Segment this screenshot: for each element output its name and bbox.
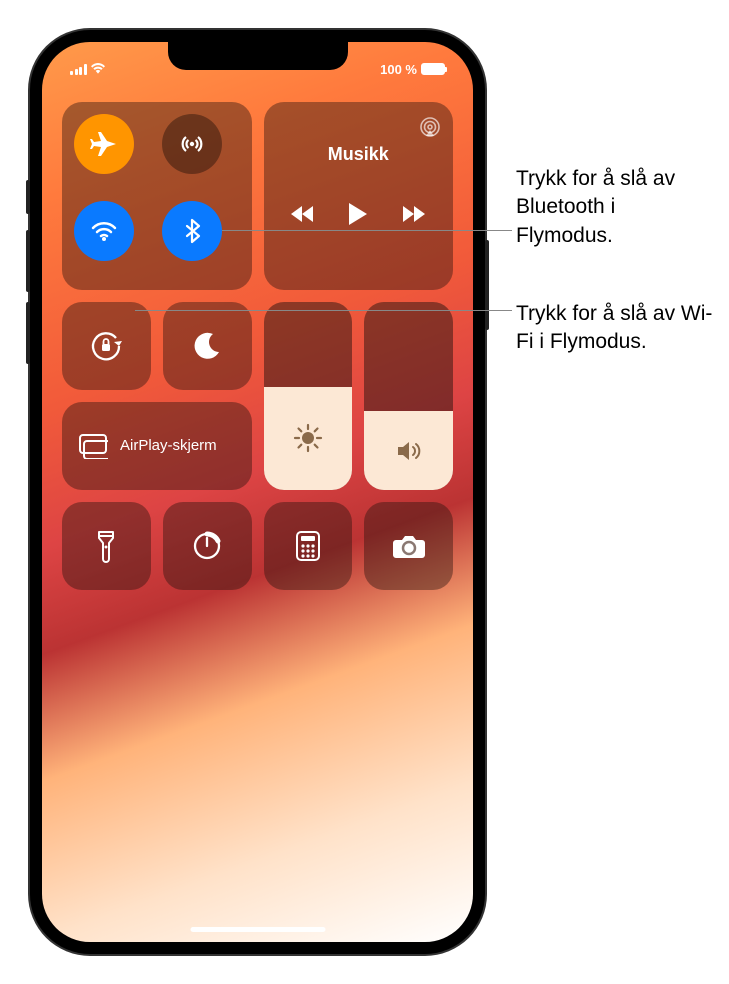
phone-frame: 100 % — [30, 30, 485, 954]
callout-wifi: Trykk for å slå av Wi-Fi i Flymodus. — [516, 300, 716, 357]
wifi-icon — [89, 216, 119, 246]
airplane-mode-toggle[interactable] — [74, 114, 134, 174]
calculator-button[interactable] — [264, 502, 353, 590]
cellular-data-toggle[interactable] — [162, 114, 222, 174]
airplay-screen-button[interactable]: AirPlay-skjerm — [62, 402, 252, 490]
power-button — [485, 240, 489, 330]
volume-down-button — [26, 302, 30, 364]
rotation-lock-icon — [88, 328, 124, 364]
camera-icon — [392, 532, 426, 560]
airplay-audio-icon[interactable] — [419, 116, 441, 138]
callout-line-wifi — [135, 310, 512, 311]
notch — [168, 42, 348, 70]
home-indicator[interactable] — [190, 927, 325, 932]
cellular-data-icon — [177, 129, 207, 159]
previous-track-button[interactable] — [291, 204, 315, 224]
bluetooth-icon — [179, 218, 205, 244]
play-button[interactable] — [347, 201, 369, 227]
camera-button[interactable] — [364, 502, 453, 590]
timer-button[interactable] — [163, 502, 252, 590]
battery-percent: 100 % — [380, 62, 417, 77]
flashlight-icon — [95, 529, 117, 563]
volume-up-button — [26, 230, 30, 292]
volume-slider[interactable] — [364, 302, 453, 490]
wifi-toggle[interactable] — [74, 201, 134, 261]
media-module[interactable]: Musikk — [264, 102, 454, 290]
timer-icon — [191, 530, 223, 562]
bluetooth-toggle[interactable] — [162, 201, 222, 261]
do-not-disturb-toggle[interactable] — [163, 302, 252, 390]
flashlight-button[interactable] — [62, 502, 151, 590]
media-title: Musikk — [328, 144, 389, 165]
moon-icon — [191, 330, 223, 362]
airplane-icon — [89, 129, 119, 159]
calculator-icon — [295, 530, 321, 562]
connectivity-module[interactable] — [62, 102, 252, 290]
volume-icon — [394, 436, 424, 466]
airplay-label: AirPlay-skjerm — [120, 437, 217, 454]
screen-mirroring-icon — [78, 433, 108, 459]
control-center: Musikk — [62, 102, 453, 590]
brightness-slider[interactable] — [264, 302, 353, 490]
callout-line-bluetooth — [222, 230, 512, 231]
wifi-status-icon — [91, 62, 105, 76]
next-track-button[interactable] — [401, 204, 425, 224]
cellular-signal-icon — [70, 64, 87, 75]
mute-switch — [26, 180, 30, 214]
brightness-icon — [293, 423, 323, 453]
battery-icon — [421, 63, 445, 75]
rotation-lock-toggle[interactable] — [62, 302, 151, 390]
phone-screen: 100 % — [42, 42, 473, 942]
callout-bluetooth: Trykk for å slå av Bluetooth i Flymodus. — [516, 165, 716, 250]
